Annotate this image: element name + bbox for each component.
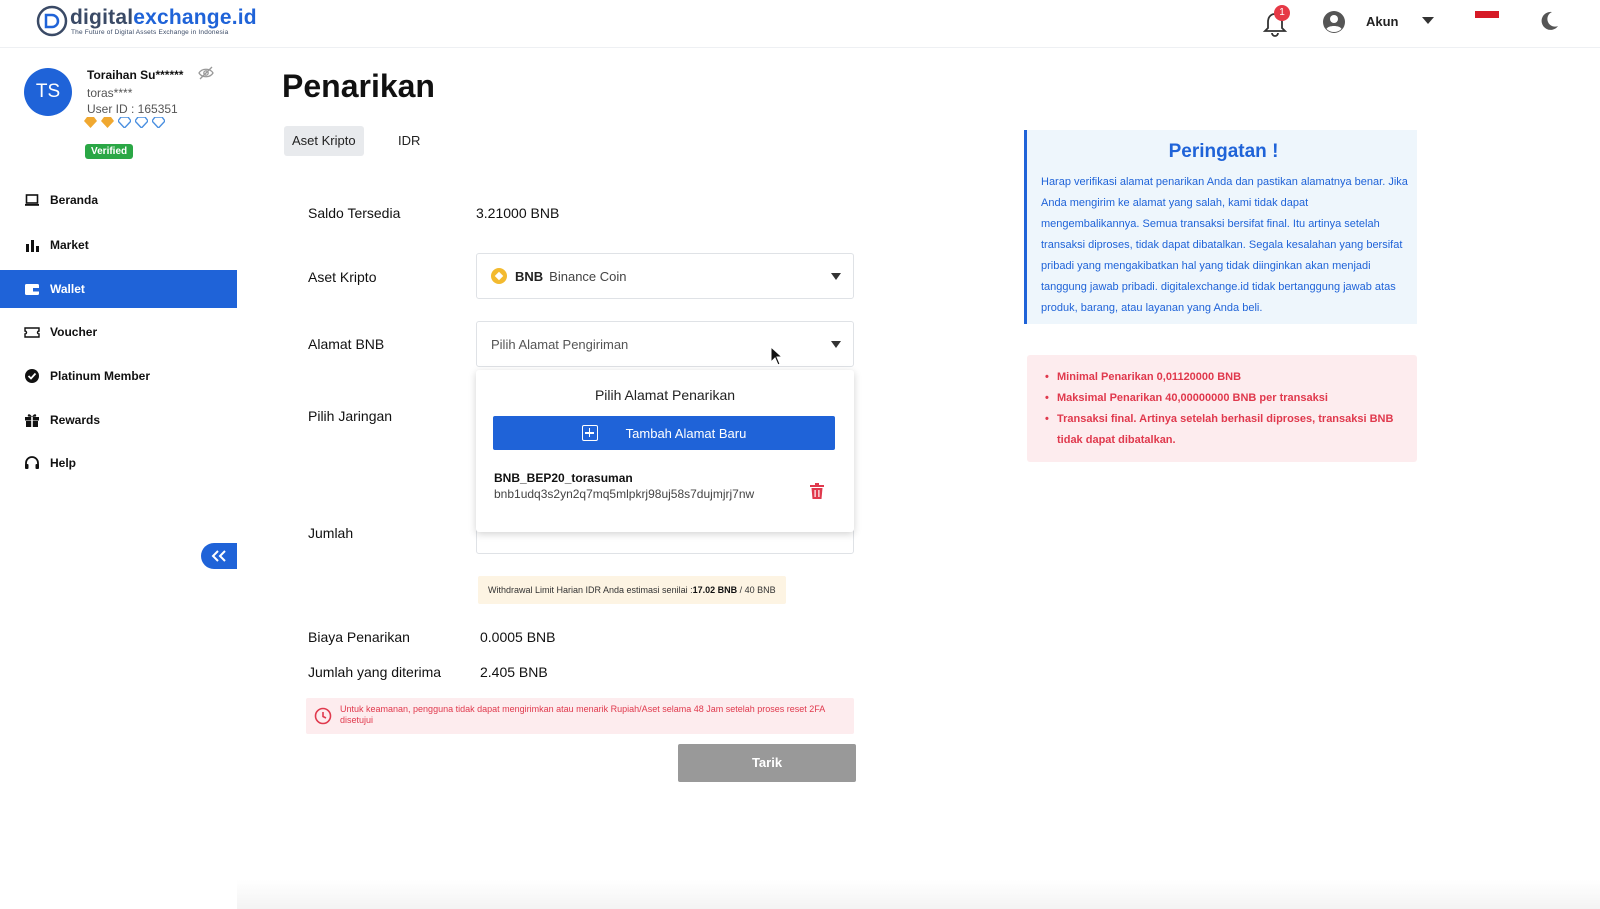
page-title: Penarikan <box>282 68 435 104</box>
warning-panel: Peringatan ! Harap verifikasi alamat pen… <box>1024 130 1417 324</box>
address-label: Alamat BNB <box>308 336 385 352</box>
bnb-coin-icon <box>491 268 507 284</box>
dropdown-title: Pilih Alamat Penarikan <box>594 387 736 403</box>
sidebar-item-voucher[interactable]: Voucher <box>0 313 237 351</box>
fee-value: 0.0005 BNB <box>480 629 556 645</box>
verified-badge: Verified <box>85 144 134 159</box>
logo[interactable]: digitalexchange.id The Future of Digital… <box>36 5 257 37</box>
wallet-icon <box>25 284 39 295</box>
sidebar-item-wallet[interactable]: Wallet <box>0 270 237 308</box>
asset-select[interactable]: BNB Binance Coin <box>476 253 854 299</box>
limit-item-max: Maksimal Penarikan 40,00000000 BNB per t… <box>1045 388 1405 409</box>
double-chevron-left-icon <box>211 550 226 562</box>
account-menu-label[interactable]: Akun <box>1366 14 1399 29</box>
user-id: User ID : 165351 <box>87 102 178 116</box>
sidebar-item-platinum-member[interactable]: Platinum Member <box>0 357 237 395</box>
asset-symbol: BNB <box>515 268 544 284</box>
laptop-icon <box>25 194 39 206</box>
gem-blue-icon <box>118 117 131 128</box>
caret-down-icon <box>831 273 841 280</box>
top-header: digitalexchange.id The Future of Digital… <box>0 0 1600 48</box>
user-circle-icon[interactable] <box>1322 10 1346 34</box>
asset-name: Binance Coin <box>549 268 627 284</box>
gem-blue-icon <box>152 117 165 128</box>
bottom-section-divider <box>237 880 1600 909</box>
clock-alert-icon <box>314 707 332 725</box>
gem-gold-icon <box>84 117 97 128</box>
logo-mark-icon <box>36 5 68 37</box>
sidebar-item-label: Rewards <box>50 413 101 427</box>
gift-icon <box>25 414 39 427</box>
saldo-value: 3.21000 BNB <box>476 205 560 221</box>
sidebar-item-market[interactable]: Market <box>0 226 237 264</box>
withdraw-button[interactable]: Tarik <box>678 744 856 782</box>
eye-off-icon[interactable] <box>198 66 214 80</box>
user-name: Toraihan Su****** <box>87 68 184 82</box>
sidebar-item-label: Market <box>50 238 89 252</box>
warning-title: Peringatan ! <box>1168 141 1279 162</box>
gem-blue-icon <box>135 117 148 128</box>
limit-item-final: Transaksi final. Artinya setelah berhasi… <box>1045 409 1405 451</box>
plus-square-icon <box>581 425 598 441</box>
withdrawal-limit-note: Withdrawal Limit Harian IDR Anda estimas… <box>478 576 786 604</box>
sidebar-item-label: Beranda <box>50 193 99 207</box>
gem-gold-icon <box>101 117 114 128</box>
tab-idr[interactable]: IDR <box>390 126 428 156</box>
moon-icon[interactable] <box>1538 10 1560 32</box>
logo-tagline: The Future of Digital Assets Exchange in… <box>71 28 229 36</box>
sidebar-item-help[interactable]: Help <box>0 444 237 482</box>
saldo-label: Saldo Tersedia <box>308 205 401 221</box>
bar-chart-icon <box>26 240 39 252</box>
user-handle: toras**** <box>87 86 133 100</box>
flag-indonesia-icon[interactable] <box>1475 11 1499 25</box>
sidebar-item-label: Wallet <box>50 282 85 296</box>
badge-check-icon <box>25 369 39 383</box>
received-value: 2.405 BNB <box>480 664 548 680</box>
saved-address-value[interactable]: bnb1udq3s2yn2q7mq5mlpkrj98uj58s7dujmjrj7… <box>494 487 774 502</box>
tab-aset-kripto[interactable]: Aset Kripto <box>284 126 364 156</box>
address-dropdown: Pilih Alamat Penarikan Tambah Alamat Bar… <box>476 370 854 532</box>
received-label: Jumlah yang diterima <box>308 664 442 680</box>
collapse-sidebar-button[interactable] <box>201 543 237 569</box>
add-address-button[interactable]: Tambah Alamat Baru <box>493 416 835 450</box>
member-level-gems <box>84 117 165 128</box>
sidebar-item-rewards[interactable]: Rewards <box>0 401 237 439</box>
limit-item-min: Minimal Penarikan 0,01120000 BNB <box>1045 367 1405 388</box>
security-alert: Untuk keamanan, pengguna tidak dapat men… <box>306 698 854 734</box>
trash-icon[interactable] <box>810 483 824 499</box>
sidebar-item-label: Platinum Member <box>50 369 151 383</box>
notification-badge: 1 <box>1274 5 1290 21</box>
chevron-down-icon[interactable] <box>1422 17 1434 24</box>
avatar: TS <box>24 68 72 116</box>
asset-label: Aset Kripto <box>308 269 377 285</box>
network-label: Pilih Jaringan <box>308 408 393 424</box>
logo-name: digitalexchange.id <box>70 5 257 29</box>
security-alert-text: Untuk keamanan, pengguna tidak dapat men… <box>340 704 825 725</box>
address-placeholder: Pilih Alamat Pengiriman <box>491 336 629 352</box>
caret-down-icon <box>831 341 841 348</box>
sidebar-item-label: Help <box>50 456 77 470</box>
add-address-label: Tambah Alamat Baru <box>625 425 747 441</box>
amount-label: Jumlah <box>308 525 354 541</box>
warning-text: Harap verifikasi alamat penarikan Anda d… <box>1041 176 1408 314</box>
limits-panel: Minimal Penarikan 0,01120000 BNB Maksima… <box>1027 355 1417 462</box>
saved-address-name[interactable]: BNB_BEP20_torasuman <box>494 471 633 485</box>
fee-label: Biaya Penarikan <box>308 629 410 645</box>
ticket-icon <box>24 327 40 338</box>
address-select[interactable]: Pilih Alamat Pengiriman <box>476 321 854 367</box>
mouse-cursor-icon <box>770 346 784 366</box>
sidebar-item-beranda[interactable]: Beranda <box>0 181 237 219</box>
headset-icon <box>25 456 39 469</box>
sidebar-item-label: Voucher <box>50 325 98 339</box>
